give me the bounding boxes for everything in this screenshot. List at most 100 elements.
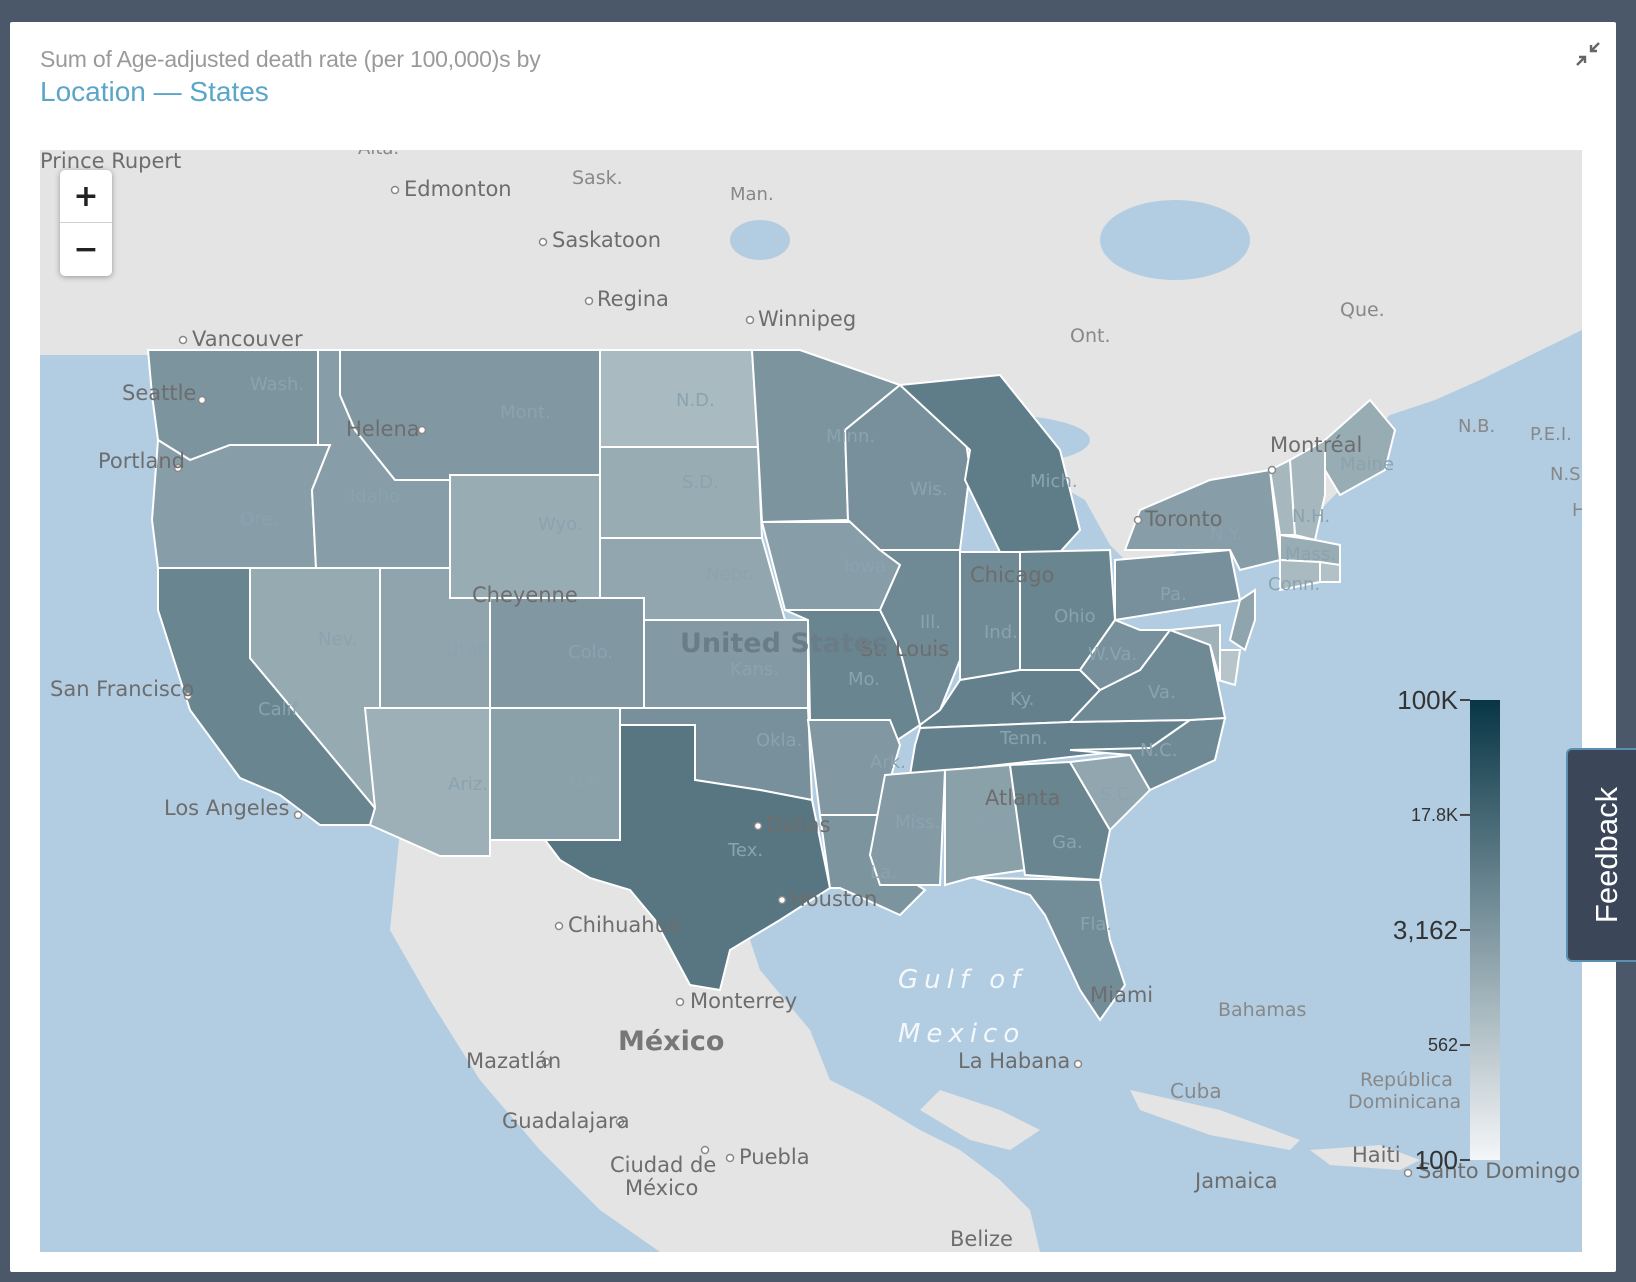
city-label: Saskatoon xyxy=(552,228,661,252)
state-label: Mont. xyxy=(500,402,551,423)
state-label: Tenn. xyxy=(999,728,1048,749)
city-label: Edmonton xyxy=(404,177,512,201)
state-label: N.Y. xyxy=(1210,524,1242,545)
state-label: N.M. xyxy=(568,772,608,793)
state-label: S.D. xyxy=(682,472,719,493)
state-label: Nev. xyxy=(318,629,358,650)
city-marker xyxy=(753,821,763,831)
region-label: Sask. xyxy=(572,167,623,189)
city-marker xyxy=(1073,1059,1083,1069)
city-label: Helena xyxy=(346,417,420,441)
zoom-in-button[interactable]: + xyxy=(60,170,112,223)
city-label: Cheyenne xyxy=(472,583,578,607)
state-wa[interactable] xyxy=(146,349,319,462)
state-label: Ky. xyxy=(1010,689,1034,710)
state-label: Fla. xyxy=(1080,914,1112,935)
collapse-arrows-icon[interactable] xyxy=(1574,40,1602,68)
region-label: Que. xyxy=(1340,299,1385,321)
state-label: Conn. xyxy=(1268,574,1320,595)
state-label: Ariz. xyxy=(448,774,488,795)
city-marker xyxy=(538,237,548,247)
city-label: Chicago xyxy=(970,563,1054,587)
city-label: Winnipeg xyxy=(758,307,856,331)
city-label: Mazatlán xyxy=(466,1049,561,1073)
state-label: Pa. xyxy=(1160,584,1187,605)
city-marker xyxy=(584,296,594,306)
state-label: Minn. xyxy=(826,426,875,447)
city-label: Guadalajara xyxy=(502,1109,630,1133)
city-label: Belize xyxy=(950,1227,1013,1251)
state-label: Nebr. xyxy=(706,564,753,585)
state-label: W.Va. xyxy=(1088,644,1137,665)
state-label: S.C. xyxy=(1100,784,1135,805)
state-label: La. xyxy=(870,862,897,883)
state-label: N.H. xyxy=(1292,506,1330,527)
state-label: Okla. xyxy=(756,730,802,751)
region-label: Bahamas xyxy=(1218,999,1306,1021)
state-mt[interactable] xyxy=(339,349,601,481)
state-label: Ala. xyxy=(975,812,1009,833)
city-label: Portland xyxy=(98,449,185,473)
state-de[interactable] xyxy=(1216,649,1242,687)
chart-title: Sum of Age-adjusted death rate (per 100,… xyxy=(40,46,541,72)
state-label: Utah xyxy=(446,639,489,660)
city-label: Monterrey xyxy=(690,989,797,1013)
region-label: Alta. xyxy=(358,150,399,159)
city-marker xyxy=(197,395,207,405)
zoom-control: + − xyxy=(60,170,112,276)
map-view[interactable]: Prince Rupert Edmonton Saskatoon Regina Winn… xyxy=(40,150,1582,1252)
city-marker xyxy=(1133,515,1143,525)
state-label: Wyo. xyxy=(538,514,583,535)
city-label: México xyxy=(625,1176,698,1200)
city-label: Regina xyxy=(597,287,669,311)
feedback-label: Feedback xyxy=(1589,786,1624,924)
region-label: Mexico xyxy=(898,1019,1025,1049)
state-label: Iowa xyxy=(844,556,886,577)
state-label: Idaho xyxy=(350,486,400,507)
city-marker xyxy=(675,997,685,1007)
region-label: N.S. xyxy=(1550,464,1582,485)
city-marker xyxy=(725,1153,735,1163)
state-label: Mich. xyxy=(1030,471,1078,492)
state-label: Ill. xyxy=(920,612,941,633)
state-label: Mo. xyxy=(848,669,880,690)
legend-tick-label: 3,162 xyxy=(1393,915,1458,945)
state-label: N.D. xyxy=(676,390,715,411)
city-label: Jamaica xyxy=(1193,1169,1278,1193)
city-marker xyxy=(293,810,303,820)
legend-tick-label: 100K xyxy=(1397,685,1458,715)
chart-subtitle-location[interactable]: Location — States xyxy=(40,76,269,108)
state-label: Calif. xyxy=(258,699,302,720)
city-marker xyxy=(1267,465,1277,475)
state-label: Kans. xyxy=(730,659,779,680)
region-label: Man. xyxy=(730,184,774,205)
state-label: Wis. xyxy=(910,479,948,500)
state-label: Colo. xyxy=(568,642,613,663)
legend-tick-label: 17.8K xyxy=(1411,805,1458,825)
region-label: Ha xyxy=(1572,500,1582,521)
city-label: Los Angeles xyxy=(164,796,289,820)
state-ri[interactable] xyxy=(1319,560,1341,583)
state-sd[interactable] xyxy=(599,446,764,539)
state-label: Miss. xyxy=(895,812,940,833)
state-label: Maine xyxy=(1340,454,1394,475)
region-label: United States xyxy=(680,628,888,659)
state-label: Ga. xyxy=(1052,832,1083,853)
city-label: Puebla xyxy=(739,1145,810,1169)
city-label: Miami xyxy=(1090,983,1153,1007)
state-label: Va. xyxy=(1148,682,1176,703)
legend-tick-label: 562 xyxy=(1428,1035,1458,1055)
state-co[interactable] xyxy=(489,597,645,709)
city-label: Houston xyxy=(790,887,877,911)
zoom-out-button[interactable]: − xyxy=(60,223,112,275)
feedback-button[interactable]: Feedback xyxy=(1566,748,1636,962)
region-label: N.B. xyxy=(1458,416,1495,437)
city-label: Dallas xyxy=(766,813,831,837)
state-label: Ind. xyxy=(984,622,1018,643)
state-label: Wash. xyxy=(250,374,304,395)
region-label: Cuba xyxy=(1170,1079,1222,1103)
state-wy[interactable] xyxy=(449,474,601,599)
city-label: Ciudad de xyxy=(610,1153,716,1177)
city-label: Seattle xyxy=(122,381,196,405)
city-label: Vancouver xyxy=(192,327,303,351)
